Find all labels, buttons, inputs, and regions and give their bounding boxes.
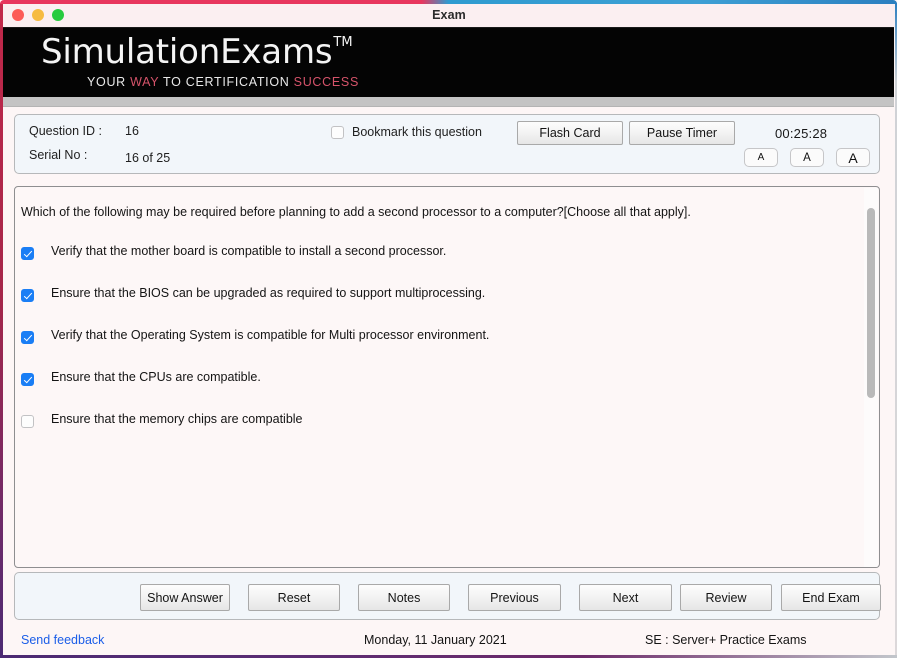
tagline-to-certification: TO CERTIFICATION — [159, 75, 294, 89]
question-id-label: Question ID : — [29, 124, 102, 138]
answer-option[interactable]: Ensure that the CPUs are compatible. — [21, 370, 861, 412]
answer-option-checkbox[interactable] — [21, 289, 34, 302]
answer-option-checkbox[interactable] — [21, 331, 34, 344]
answer-option[interactable]: Verify that the Operating System is comp… — [21, 328, 861, 370]
question-id-value: 16 — [125, 124, 139, 138]
brand-tagline: YOUR WAY TO CERTIFICATION SUCCESS — [87, 75, 359, 89]
serial-no-value: 16 of 25 — [125, 151, 171, 165]
pause-timer-button[interactable]: Pause Timer — [629, 121, 735, 145]
current-date: Monday, 11 January 2021 — [364, 633, 507, 647]
end-exam-button[interactable]: End Exam — [781, 584, 881, 611]
review-button[interactable]: Review — [680, 584, 772, 611]
serial-no-label: Serial No : — [29, 148, 88, 162]
font-size-control-group: A A A — [744, 148, 870, 167]
notes-button[interactable]: Notes — [358, 584, 450, 611]
title-bar: Exam — [3, 3, 895, 27]
exam-name: SE : Server+ Practice Exams — [645, 633, 807, 647]
brand-logo-text: SimulationExams — [41, 32, 333, 72]
status-footer: Send feedback Monday, 11 January 2021 SE… — [3, 628, 894, 655]
answer-option-label: Verify that the Operating System is comp… — [51, 328, 490, 342]
tagline-way: WAY — [130, 75, 160, 89]
window-left-edge — [0, 3, 3, 658]
trademark-symbol: TM — [333, 34, 353, 50]
answer-option-checkbox[interactable] — [21, 415, 34, 428]
exam-info-panel: Question ID : 16 Serial No : 16 of 25 Bo… — [14, 114, 880, 174]
send-feedback-link[interactable]: Send feedback — [21, 633, 104, 647]
tagline-success: SUCCESS — [293, 75, 360, 89]
answer-option[interactable]: Verify that the mother board is compatib… — [21, 244, 861, 286]
answer-option-checkbox[interactable] — [21, 247, 34, 260]
answer-options-list: Verify that the mother board is compatib… — [21, 244, 861, 454]
next-button[interactable]: Next — [579, 584, 672, 611]
answer-option-label: Ensure that the CPUs are compatible. — [51, 370, 261, 384]
question-scrollbar-track[interactable] — [864, 188, 878, 567]
tagline-your: YOUR — [87, 75, 131, 89]
question-text: Which of the following may be required b… — [21, 205, 691, 219]
font-size-small-button[interactable]: A — [744, 148, 778, 167]
question-scrollbar-thumb[interactable] — [867, 208, 875, 398]
window-title: Exam — [432, 8, 466, 22]
answer-option-checkbox[interactable] — [21, 373, 34, 386]
answer-option-label: Ensure that the BIOS can be upgraded as … — [51, 286, 486, 300]
exam-navigation-bar: Show Answer Reset Notes Previous Next Review E… — [14, 572, 881, 620]
bookmark-label: Bookmark this question — [352, 125, 482, 139]
bookmark-checkbox[interactable] — [331, 125, 344, 139]
exam-window: Exam SimulationExamsTM YOUR WAY TO CERTI… — [0, 0, 897, 658]
brand-header: SimulationExamsTM YOUR WAY TO CERTIFICAT… — [3, 27, 894, 98]
font-size-medium-button[interactable]: A — [790, 148, 824, 167]
question-panel: Which of the following may be required b… — [14, 186, 880, 568]
answer-option-label: Verify that the mother board is compatib… — [51, 244, 447, 258]
brand-logo: SimulationExamsTM — [41, 32, 353, 72]
flash-card-button[interactable]: Flash Card — [517, 121, 623, 145]
previous-button[interactable]: Previous — [468, 584, 561, 611]
answer-option[interactable]: Ensure that the memory chips are compati… — [21, 412, 861, 454]
answer-option[interactable]: Ensure that the BIOS can be upgraded as … — [21, 286, 861, 328]
bookmark-question-control[interactable]: Bookmark this question — [331, 125, 482, 139]
font-size-large-button[interactable]: A — [836, 148, 870, 167]
show-answer-button[interactable]: Show Answer — [140, 584, 230, 611]
countdown-timer: 00:25:28 — [775, 126, 828, 141]
header-divider-strip — [3, 97, 894, 107]
answer-option-label: Ensure that the memory chips are compati… — [51, 412, 303, 426]
reset-button[interactable]: Reset — [248, 584, 340, 611]
window-top-accent-stripe — [0, 0, 897, 4]
